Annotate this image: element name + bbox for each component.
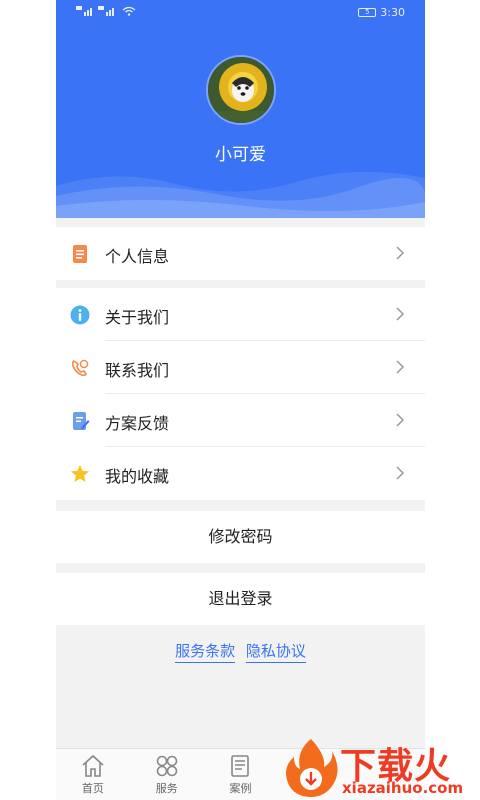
- tab-cases[interactable]: 案例: [204, 749, 278, 800]
- status-bar: 5 3:30: [56, 4, 425, 22]
- watermark-logo: 下载火 xiazaihuo.com: [282, 735, 480, 800]
- menu-item-personal-info[interactable]: 个人信息: [56, 227, 425, 280]
- personal-info-group: 个人信息: [56, 227, 425, 280]
- tab-label: 服务: [155, 782, 178, 795]
- signal-icon: [76, 6, 92, 16]
- footer-links: 服务条款 隐私协议: [56, 640, 425, 663]
- menu-item-feedback[interactable]: 方案反馈: [56, 394, 425, 447]
- battery-icon: 5: [358, 8, 377, 17]
- case-icon: [231, 755, 250, 777]
- menu-item-about-us[interactable]: 关于我们: [56, 288, 425, 341]
- status-time: 3:30: [380, 6, 405, 19]
- wifi-icon: [122, 6, 136, 16]
- phone-icon: [71, 359, 89, 377]
- chevron-right-icon: [396, 360, 405, 374]
- avatar-image: [208, 57, 274, 123]
- privacy-link[interactable]: 隐私协议: [245, 642, 306, 663]
- avatar[interactable]: [206, 55, 276, 125]
- grid-icon: [156, 755, 177, 777]
- profile-header: 5 3:30 小可爱: [56, 0, 425, 218]
- tab-label: 首页: [81, 782, 104, 795]
- tab-home[interactable]: 首页: [56, 749, 130, 800]
- tab-label: 案例: [229, 782, 252, 795]
- app-screen: 5 3:30 小可爱 个人信息 关于我们 联系我们 方案反馈 我的收藏 修改密码…: [56, 0, 425, 800]
- menu-item-label: 联系我们: [105, 361, 170, 380]
- signal-icon: [98, 6, 114, 16]
- menu-group: 关于我们 联系我们 方案反馈 我的收藏: [56, 288, 425, 500]
- menu-item-label: 个人信息: [105, 247, 170, 266]
- menu-item-favorites[interactable]: 我的收藏: [56, 447, 425, 500]
- chevron-right-icon: [396, 307, 405, 321]
- menu-item-label: 我的收藏: [105, 467, 170, 486]
- chevron-right-icon: [396, 466, 405, 480]
- tab-services[interactable]: 服务: [130, 749, 204, 800]
- chevron-right-icon: [396, 246, 405, 260]
- menu-item-label: 方案反馈: [105, 414, 170, 433]
- change-password-button[interactable]: 修改密码: [56, 511, 425, 563]
- menu-item-contact-us[interactable]: 联系我们: [56, 341, 425, 394]
- flame-logo-icon: [286, 739, 338, 797]
- terms-link[interactable]: 服务条款: [175, 642, 236, 663]
- header-wave-decoration: [56, 171, 425, 218]
- menu-item-label: 关于我们: [105, 308, 170, 327]
- logout-button[interactable]: 退出登录: [56, 573, 425, 625]
- document-icon: [73, 245, 87, 263]
- watermark-site: xiazaihuo.com: [342, 779, 464, 797]
- home-icon: [82, 754, 104, 777]
- feedback-icon: [73, 412, 90, 430]
- star-icon: [71, 465, 89, 482]
- info-icon: [70, 305, 90, 325]
- chevron-right-icon: [396, 413, 405, 427]
